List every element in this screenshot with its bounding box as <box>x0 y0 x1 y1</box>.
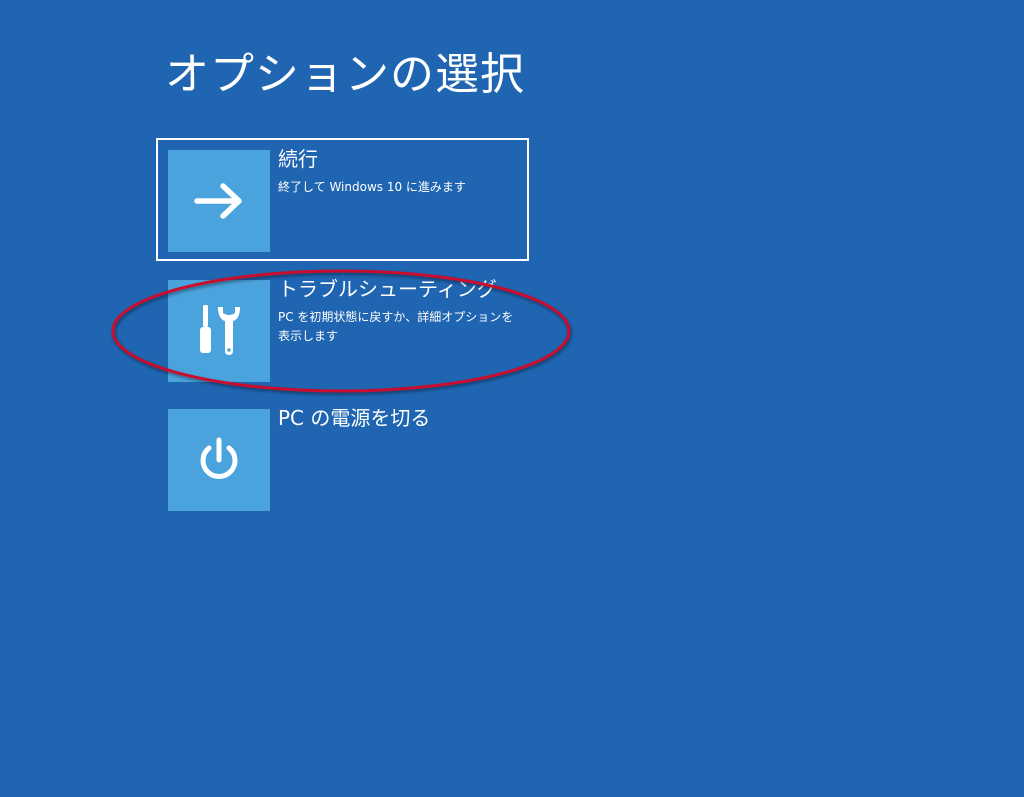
troubleshoot-icon-tile <box>168 280 270 382</box>
power-icon <box>200 437 238 479</box>
power-off-title: PC の電源を切る <box>278 406 431 430</box>
troubleshoot-title: トラブルシューティング <box>278 277 497 301</box>
troubleshoot-tools-icon <box>200 305 240 355</box>
continue-icon-tile <box>168 150 270 252</box>
power-off-text: PC の電源を切る <box>278 405 528 431</box>
arrow-right-icon <box>194 183 242 219</box>
troubleshoot-option[interactable]: トラブルシューティング PC を初期状態に戻すか、詳細オプションを表示します <box>156 268 529 391</box>
power-icon-tile <box>168 409 270 511</box>
power-off-option[interactable]: PC の電源を切る <box>156 397 529 520</box>
troubleshoot-description: PC を初期状態に戻すか、詳細オプションを表示します <box>278 310 514 343</box>
page-title: オプションの選択 <box>165 49 525 100</box>
continue-description: 終了して Windows 10 に進みます <box>278 180 466 194</box>
troubleshoot-text: トラブルシューティング PC を初期状態に戻すか、詳細オプションを表示します <box>278 276 528 346</box>
continue-option[interactable]: 続行 終了して Windows 10 に進みます <box>156 138 529 261</box>
continue-title: 続行 <box>278 147 318 171</box>
continue-text: 続行 終了して Windows 10 に進みます <box>278 146 528 197</box>
recovery-screen: オプションの選択 続行 終了して Windows 10 に進みます トラブルシュ… <box>0 0 1024 797</box>
